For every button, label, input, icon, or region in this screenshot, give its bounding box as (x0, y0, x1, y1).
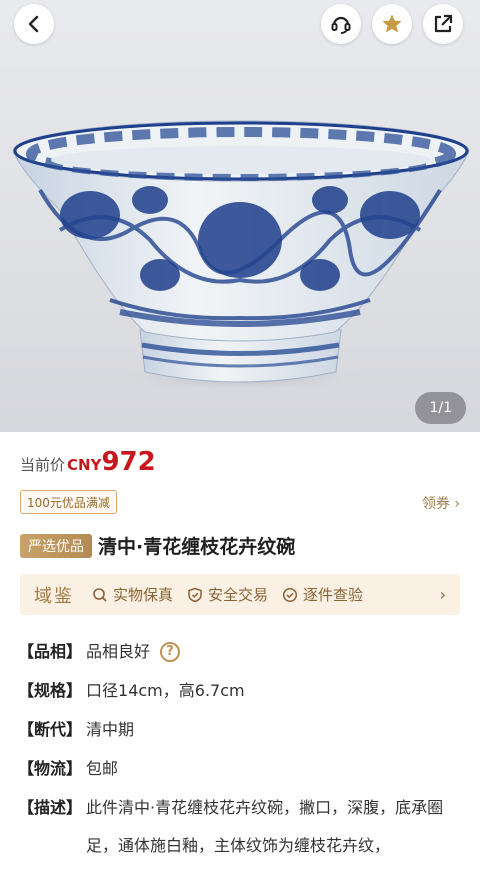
spec-shipping: 【物流】 包邮 (18, 759, 468, 779)
help-icon[interactable]: ? (160, 642, 181, 662)
price-label: 当前价 (20, 456, 66, 474)
shield-icon (188, 587, 202, 602)
spec-value: 包邮 (86, 759, 119, 778)
spec-value: 口径14cm，高6.7cm (86, 681, 245, 700)
product-image-gallery[interactable]: 1/1 (0, 0, 480, 432)
spec-description: 【描述】 此件清中·青花缠枝花卉纹碗，撇口，深腹，底承圈足，通体施白釉，主体纹饰… (18, 798, 468, 865)
spec-size: 【规格】 口径14cm，高6.7cm (18, 681, 468, 701)
selection-badge: 严选优品 (20, 533, 92, 558)
image-counter: 1/1 (415, 392, 466, 424)
headset-icon (331, 16, 351, 34)
share-icon (434, 14, 453, 33)
guarantee-authentic: 实物保真 (92, 584, 173, 605)
trust-guarantee-bar[interactable]: 域鉴 实物保真 安全交易 逐件查验 › (20, 574, 460, 615)
coupon-tag[interactable]: 100元优品满减 (20, 490, 117, 514)
spec-key: 【品相】 (18, 642, 83, 661)
get-coupon-link[interactable]: 领券 › (422, 493, 460, 513)
chevron-left-icon (28, 15, 39, 33)
chevron-right-icon: › (439, 585, 446, 604)
customer-service-button[interactable] (321, 4, 361, 44)
product-title-row: 严选优品 清中·青花缠枝花卉纹碗 (20, 532, 295, 559)
star-icon (382, 14, 402, 33)
spec-condition: 【品相】 品相良好 ? (18, 642, 468, 662)
guarantee-inspection: 逐件查验 (282, 584, 363, 605)
spec-key: 【规格】 (18, 681, 83, 700)
spec-value: 品相良好 (86, 642, 151, 661)
back-button[interactable] (14, 4, 54, 44)
spec-key: 【描述】 (18, 798, 83, 817)
spec-list: 【品相】 品相良好 ? 【规格】 口径14cm，高6.7cm 【断代】 清中期 … (18, 642, 468, 884)
product-photo-bowl (12, 120, 470, 394)
guarantee-safe-trade: 安全交易 (187, 584, 268, 605)
favorite-button[interactable] (372, 4, 412, 44)
spec-key: 【断代】 (18, 720, 83, 739)
price-section: 当前价 CNY 972 (20, 447, 156, 477)
product-title: 清中·青花缠枝花卉纹碗 (98, 536, 296, 558)
share-button[interactable] (423, 4, 463, 44)
price-value: 972 (101, 447, 156, 477)
appraisal-logo: 域鉴 (34, 585, 74, 607)
price-currency: CNY (67, 456, 102, 474)
spec-period: 【断代】 清中期 (18, 720, 468, 740)
spec-key: 【物流】 (18, 759, 83, 778)
search-icon (93, 587, 107, 602)
spec-value: 此件清中·青花缠枝花卉纹碗，撇口，深腹，底承圈足，通体施白釉，主体纹饰为缠枝花卉… (86, 798, 444, 855)
spec-value: 清中期 (86, 720, 135, 739)
check-circle-icon (282, 587, 298, 602)
